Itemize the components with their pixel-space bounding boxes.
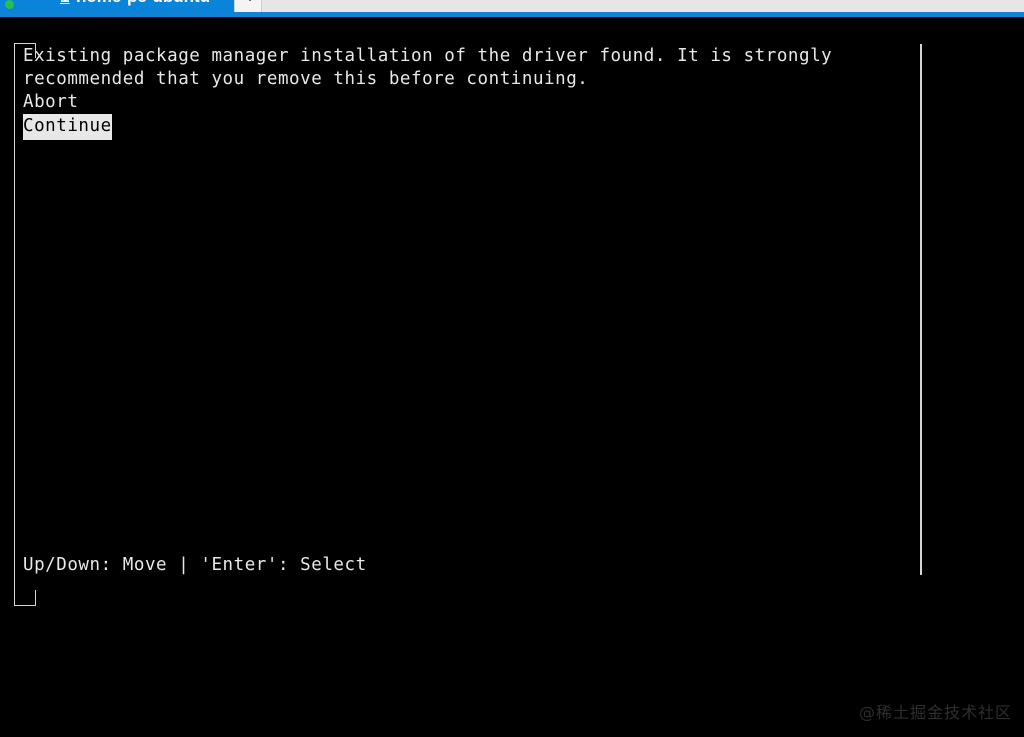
dialog-border-corner-tick-bottom bbox=[35, 590, 36, 606]
menu-option-continue[interactable]: Continue bbox=[23, 114, 112, 140]
tab-home-pc-ubuntu[interactable]: 1 home-pc-ubuntu × bbox=[0, 0, 234, 12]
dialog-message-line-1: Existing package manager installation of… bbox=[23, 46, 833, 66]
tab-title-label: home-pc-ubuntu bbox=[76, 0, 210, 7]
dialog-message-line-2: recommended that you remove this before … bbox=[23, 69, 589, 89]
dialog-border-right bbox=[920, 44, 922, 575]
connection-status-dot bbox=[5, 0, 14, 9]
terminal-cursor bbox=[23, 578, 33, 597]
dialog-status-hint: Up/Down: Move | 'Enter': Select bbox=[23, 555, 367, 575]
dialog-border-left bbox=[14, 43, 15, 605]
plus-icon: + bbox=[246, 0, 254, 5]
terminal-surface[interactable]: Existing package manager installation of… bbox=[0, 17, 1024, 737]
dialog-border-top-left bbox=[14, 43, 36, 44]
watermark-label: @稀土掘金技术社区 bbox=[858, 703, 1012, 722]
close-icon[interactable]: × bbox=[208, 0, 217, 4]
tab-index-label: 1 bbox=[60, 0, 69, 7]
dialog-border-bottom-left bbox=[14, 605, 36, 606]
menu-option-abort[interactable]: Abort bbox=[23, 91, 78, 114]
new-tab-button[interactable]: + bbox=[234, 0, 262, 12]
terminal-tab-bar: 1 home-pc-ubuntu × + bbox=[0, 0, 1024, 12]
